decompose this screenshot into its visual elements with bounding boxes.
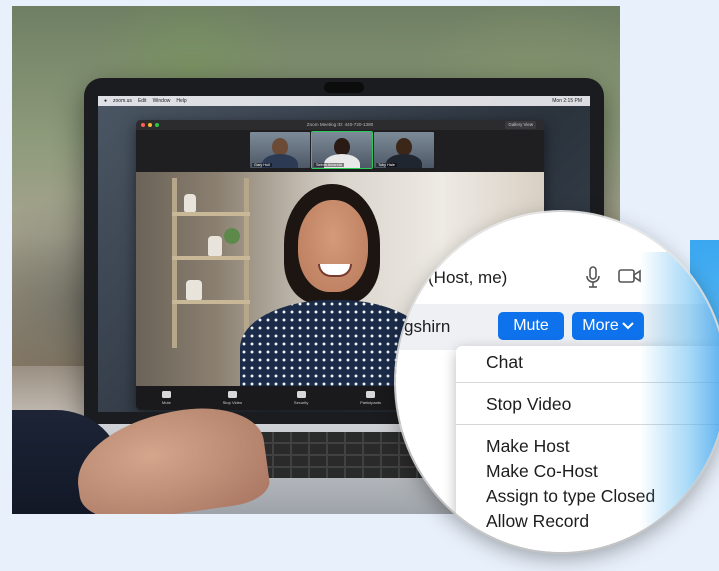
toolbar-mute[interactable]: Mute — [161, 391, 171, 405]
toolbar-label: Stop Video — [222, 400, 243, 405]
participant-thumbnail[interactable]: Selma Amanda — [311, 131, 373, 169]
participant-row-selected[interactable]: gshirn Mute More — [396, 304, 719, 350]
toolbar-participants[interactable]: Participants — [360, 391, 381, 405]
window-controls — [141, 123, 159, 127]
vase — [184, 194, 196, 212]
video-camera-icon[interactable] — [618, 266, 642, 291]
participant-name-partial: gshirn — [404, 317, 451, 336]
toolbar-label: Security — [293, 400, 309, 405]
webcam-notch — [324, 82, 364, 93]
more-options-menu: Chat Stop Video Make Host Make Co-Host A… — [456, 346, 719, 552]
participant-name: Toby Hale — [376, 163, 397, 167]
menubar-help[interactable]: Help — [176, 98, 186, 104]
bookshelf — [244, 178, 249, 348]
menubar-edit[interactable]: Edit — [138, 98, 147, 104]
bookshelf — [172, 178, 177, 348]
participant-thumbnail[interactable]: Toby Hale — [374, 132, 434, 168]
menu-item-make-host[interactable]: Make Host — [486, 436, 570, 457]
speaker-face — [298, 200, 368, 292]
vase — [208, 236, 222, 256]
menu-divider — [456, 424, 719, 425]
participant-row-host[interactable]: (Host, me) — [396, 252, 719, 300]
microphone-icon[interactable] — [586, 266, 600, 293]
magnified-participants-panel: (Host, me) gshirn Mute More Chat Stop Vi — [396, 212, 719, 552]
more-options-button[interactable]: More — [572, 312, 644, 340]
zoom-titlebar: Zoom Meeting ID: 440-720-1380 Gallery Vi… — [136, 120, 544, 130]
minimize-window-icon[interactable] — [148, 123, 152, 127]
menubar-app[interactable]: zoom.us — [113, 98, 132, 104]
participant-name: Selma Amanda — [314, 163, 344, 167]
gallery-view-button[interactable]: Gallery View — [505, 121, 536, 129]
toolbar-label: Participants — [360, 400, 382, 405]
menu-item-make-co-host[interactable]: Make Co-Host — [486, 461, 598, 482]
menu-item-chat[interactable]: Chat — [486, 352, 523, 373]
mute-participant-button[interactable]: Mute — [498, 312, 564, 340]
shelf — [172, 300, 250, 304]
toolbar-label: Mute — [161, 400, 171, 405]
more-button-label: More — [582, 317, 619, 334]
menu-item-assign-closed-caption[interactable]: Assign to type Closed — [486, 486, 655, 507]
apple-icon[interactable]: ● — [104, 98, 107, 104]
menu-divider — [456, 382, 719, 383]
menu-item-stop-video[interactable]: Stop Video — [486, 394, 571, 415]
close-window-icon[interactable] — [141, 123, 145, 127]
shelf — [172, 212, 250, 216]
meeting-title: Zoom Meeting ID: 440-720-1380 — [306, 122, 374, 127]
menubar-window[interactable]: Window — [153, 98, 171, 104]
maximize-window-icon[interactable] — [155, 123, 159, 127]
video-icon — [227, 391, 237, 398]
vase — [186, 280, 202, 300]
participant-name: Gary Hull — [252, 163, 272, 167]
participant-thumbnail[interactable]: Gary Hull — [250, 132, 310, 168]
mac-menu-bar: ● zoom.us Edit Window Help Mon 2:15 PM — [98, 96, 590, 106]
menu-item-allow-record[interactable]: Allow Record — [486, 511, 589, 532]
participants-icon — [366, 391, 376, 398]
menubar-clock: Mon 2:15 PM — [552, 98, 582, 104]
toolbar-stop-video[interactable]: Stop Video — [222, 391, 243, 405]
chevron-down-icon — [622, 322, 634, 330]
shield-icon — [296, 391, 306, 398]
toolbar-security[interactable]: Security — [294, 391, 308, 405]
host-label: (Host, me) — [428, 268, 508, 287]
plant — [224, 228, 240, 244]
shelf — [172, 256, 250, 260]
mic-icon — [161, 391, 171, 398]
participant-thumbnails: Gary Hull Selma Amanda Toby Hale — [250, 131, 434, 169]
